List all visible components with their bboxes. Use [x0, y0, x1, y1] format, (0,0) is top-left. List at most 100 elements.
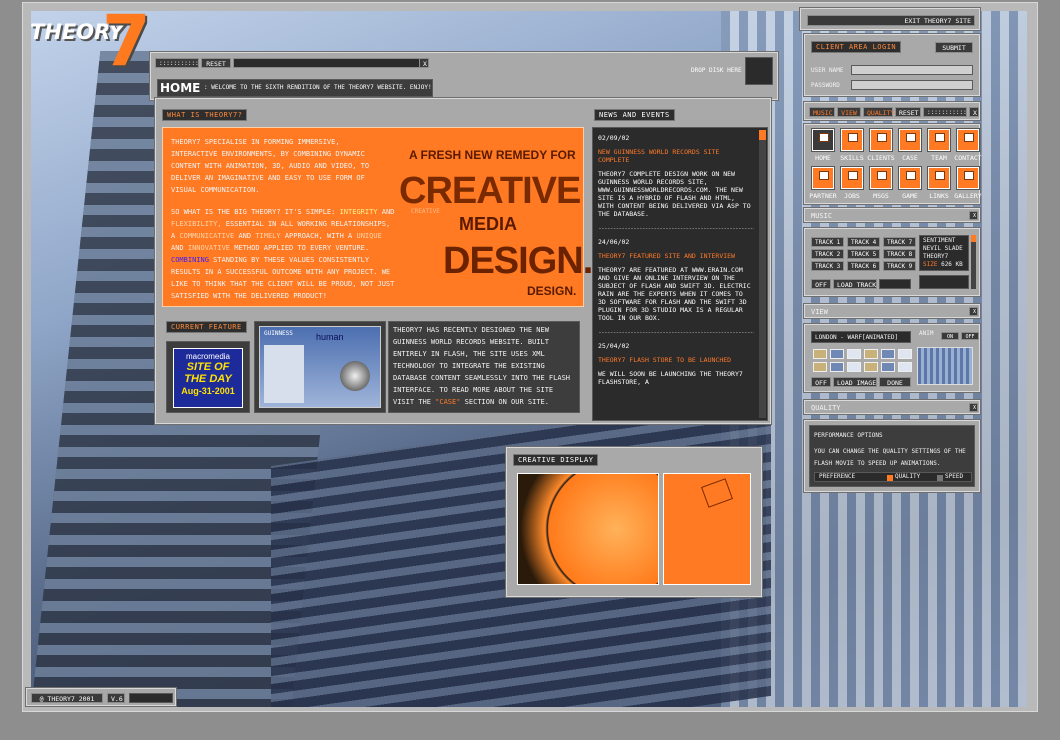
quality-controls: PREFERENCE QUALITY SPEED: [814, 472, 972, 482]
nav-game-icon[interactable]: [899, 167, 921, 189]
nav-links-icon[interactable]: [928, 167, 950, 189]
view-thumbnail[interactable]: [864, 362, 878, 372]
view-thumbnail[interactable]: [830, 349, 844, 359]
poster-small2: DESIGN.: [527, 284, 577, 298]
nav-gallery-label[interactable]: GALLERY: [951, 192, 985, 200]
badge-line1: SITE OF: [186, 361, 230, 373]
load-track-button[interactable]: LOAD TRACK: [833, 279, 877, 289]
view-done-button[interactable]: DONE: [879, 377, 911, 387]
nav-partner-icon[interactable]: [812, 167, 834, 189]
communicative-word: COMMUNICATIVE: [179, 232, 235, 240]
drag-handle[interactable]: :::::::::::: [155, 58, 199, 68]
news-body: THEORY7 COMPLETE DESIGN WORK ON NEW GUIN…: [598, 170, 751, 218]
music-close-button[interactable]: X: [969, 211, 978, 220]
what-is-theory7-box: THEORY7 SPECIALISE IN FORMING IMMERSIVE,…: [162, 127, 593, 307]
tab-view[interactable]: VIEW: [837, 107, 861, 117]
track-button[interactable]: TRACK 9: [883, 261, 916, 271]
tab-reset[interactable]: RESET: [895, 107, 921, 117]
case-link[interactable]: "CASE": [435, 398, 460, 406]
display-image-wheel[interactable]: [517, 473, 659, 585]
theory7-logo[interactable]: THEORY 7: [26, 6, 151, 80]
login-tag: CLIENT AREA LOGIN: [811, 41, 902, 53]
poster: A FRESH NEW REMEDY FOR CREATIVE CREATIVE…: [391, 132, 593, 302]
version: V.6: [107, 693, 125, 703]
view-thumbnail[interactable]: [813, 349, 827, 359]
view-close-button[interactable]: X: [969, 307, 978, 316]
track-button[interactable]: TRACK 8: [883, 249, 916, 259]
news-separator: ----------------------------------------…: [598, 328, 754, 336]
quality-close-button[interactable]: X: [969, 403, 978, 412]
news-title[interactable]: THEORY7 FLASH STORE TO BE LAUNCHED: [598, 356, 754, 364]
view-thumbnail[interactable]: [881, 362, 895, 372]
music-off-button[interactable]: OFF: [811, 279, 831, 289]
nav-case-icon[interactable]: [899, 129, 921, 151]
track-button[interactable]: TRACK 5: [847, 249, 880, 259]
anim-label: ANIM: [919, 330, 934, 337]
poster-small1: CREATIVE: [411, 208, 440, 215]
nav-msgs-icon[interactable]: [870, 167, 892, 189]
speed-radio[interactable]: [937, 475, 943, 481]
track-button[interactable]: TRACK 1: [811, 237, 844, 247]
news-title[interactable]: NEW GUINNESS WORLD RECORDS SITE COMPLETE: [598, 148, 754, 164]
nav-skills-icon[interactable]: [841, 129, 863, 151]
feature-text: THEORY7 HAS RECENTLY DESIGNED THE NEW GU…: [393, 324, 575, 408]
anim-on-toggle[interactable]: ON: [941, 332, 959, 340]
view-thumbnail[interactable]: [847, 349, 861, 359]
anim-off-toggle[interactable]: OFF: [961, 332, 979, 340]
news-separator: ----------------------------------------…: [598, 224, 754, 232]
view-preview[interactable]: [917, 347, 973, 385]
display-image-orange[interactable]: [663, 473, 751, 585]
track-button[interactable]: TRACK 6: [847, 261, 880, 271]
view-off-button[interactable]: OFF: [811, 377, 831, 387]
track-button[interactable]: TRACK 7: [883, 237, 916, 247]
news-title[interactable]: THEORY7 FEATURED SITE AND INTERVIEW: [598, 252, 754, 260]
nav-team-icon[interactable]: [928, 129, 950, 151]
track-scroll-thumb[interactable]: [971, 235, 976, 242]
nav-contact-icon[interactable]: [957, 129, 979, 151]
tabs-close-button[interactable]: X: [969, 107, 979, 117]
innovative-word: INNOVATIVE: [187, 244, 231, 252]
track-info-line: SENTIMENT: [923, 237, 956, 244]
close-button[interactable]: X: [419, 58, 429, 68]
nav-home-icon[interactable]: [812, 129, 834, 151]
drop-disk-target[interactable]: [745, 57, 773, 85]
view-thumbnail[interactable]: [847, 362, 861, 372]
news-scroll-thumb[interactable]: [759, 130, 766, 140]
track-scrollbar[interactable]: [971, 235, 976, 289]
and-word: AND: [171, 244, 184, 252]
news-scrollbar[interactable]: [759, 130, 766, 418]
tabs-drag-handle[interactable]: :::::::::::: [923, 107, 967, 117]
view-thumbnail[interactable]: [898, 362, 912, 372]
track-size: SIZE 626 KB: [923, 261, 963, 268]
tab-music[interactable]: MUSIC: [809, 107, 835, 117]
track-button[interactable]: TRACK 2: [811, 249, 844, 259]
reset-button[interactable]: RESET: [201, 58, 231, 68]
view-thumbnail[interactable]: [864, 349, 878, 359]
tab-quality[interactable]: QUALITY: [863, 107, 894, 117]
view-title: LONDON - WARF[ANIMATED]: [815, 334, 899, 341]
view-thumbnail[interactable]: [898, 349, 912, 359]
nav-clients-icon[interactable]: [870, 129, 892, 151]
nav-gallery-icon[interactable]: [957, 167, 979, 189]
exit-button[interactable]: EXIT THEORY7 SITE: [807, 15, 975, 26]
view-thumbnail[interactable]: [881, 349, 895, 359]
track-button[interactable]: TRACK 3: [811, 261, 844, 271]
feature-screenshot[interactable]: GUINNESS human: [254, 321, 386, 413]
quality-radio[interactable]: [887, 475, 893, 481]
view-thumbnail[interactable]: [830, 362, 844, 372]
view-thumbnail[interactable]: [813, 362, 827, 372]
login-panel: CLIENT AREA LOGIN SUBMIT USER NAME PASSW…: [804, 34, 980, 96]
values-text: METHOD APPLIED TO EVERY VENTURE.: [234, 244, 370, 252]
site-of-day-badge[interactable]: macromedia SITE OF THE DAY Aug-31-2001: [166, 341, 250, 413]
news-body: THEORY7 ARE FEATURED AT WWW.ERAIN.COM AN…: [598, 266, 751, 322]
home-title-bar: HOME : WELCOME TO THE SIXTH RENDITION OF…: [157, 79, 433, 97]
password-field[interactable]: [851, 80, 973, 90]
track-button[interactable]: TRACK 4: [847, 237, 880, 247]
submit-button[interactable]: SUBMIT: [935, 42, 973, 53]
load-image-button[interactable]: LOAD IMAGE: [833, 377, 877, 387]
username-field[interactable]: [851, 65, 973, 75]
news-date: 02/09/02: [598, 134, 630, 142]
nav-jobs-icon[interactable]: [841, 167, 863, 189]
intro-paragraph: THEORY7 SPECIALISE IN FORMING IMMERSIVE,…: [171, 138, 370, 194]
nav-contact-label[interactable]: CONTACT: [951, 154, 985, 162]
